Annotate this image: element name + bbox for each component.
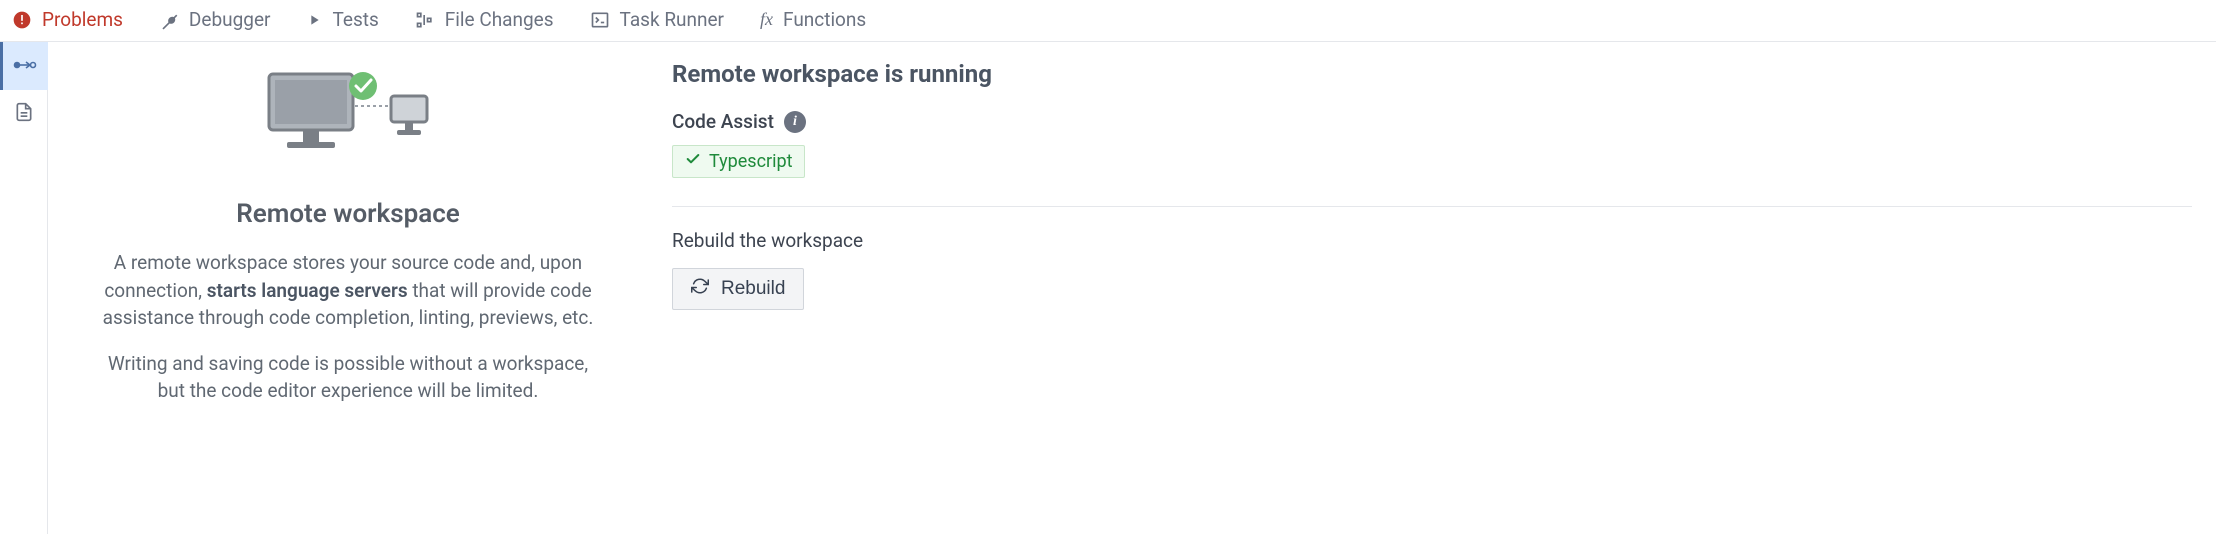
terminal-icon xyxy=(590,10,610,30)
workspace-illustration xyxy=(263,66,433,171)
text-fragment-bold: starts language servers xyxy=(207,279,408,302)
tab-label: Functions xyxy=(783,8,866,31)
file-icon xyxy=(14,102,34,127)
tab-label: File Changes xyxy=(445,8,554,31)
sidebar-item-files[interactable] xyxy=(0,90,48,138)
refresh-icon xyxy=(691,277,709,301)
rebuild-button[interactable]: Rebuild xyxy=(672,268,804,310)
tab-tests[interactable]: Tests xyxy=(306,8,378,31)
wrench-icon xyxy=(159,10,179,30)
explainer-paragraph-2: Writing and saving code is possible with… xyxy=(98,350,598,405)
tab-problems[interactable]: Problems xyxy=(12,8,123,31)
tab-debugger[interactable]: Debugger xyxy=(159,8,271,31)
tab-label: Task Runner xyxy=(620,8,724,31)
diff-icon xyxy=(415,10,435,30)
explainer-panel: Remote workspace A remote workspace stor… xyxy=(48,60,648,534)
button-label: Rebuild xyxy=(721,278,785,300)
code-assist-label: Code Assist xyxy=(672,110,774,133)
divider xyxy=(672,206,2192,207)
tab-task-runner[interactable]: Task Runner xyxy=(590,8,724,31)
play-icon xyxy=(306,12,322,28)
tab-label: Debugger xyxy=(189,8,271,31)
explainer-paragraph-1: A remote workspace stores your source co… xyxy=(98,249,598,332)
check-icon xyxy=(685,151,701,172)
tab-functions[interactable]: fx Functions xyxy=(760,8,866,31)
sidebar xyxy=(0,42,48,534)
status-panel: Remote workspace is running Code Assist … xyxy=(648,60,2216,534)
info-icon[interactable]: i xyxy=(784,111,806,133)
fx-icon: fx xyxy=(760,9,773,30)
sidebar-item-connection[interactable] xyxy=(0,42,48,90)
tab-bar: Problems Debugger Tests File Changes Tas… xyxy=(0,0,2216,42)
tab-file-changes[interactable]: File Changes xyxy=(415,8,554,31)
explainer-title: Remote workspace xyxy=(236,199,460,229)
typescript-chip: Typescript xyxy=(672,145,805,178)
status-title: Remote workspace is running xyxy=(672,60,2192,88)
alert-circle-icon xyxy=(12,10,32,30)
connection-icon xyxy=(13,56,37,77)
tab-label: Tests xyxy=(332,8,378,31)
rebuild-heading: Rebuild the workspace xyxy=(672,229,2192,252)
chip-label: Typescript xyxy=(709,151,792,172)
tab-label: Problems xyxy=(42,8,123,31)
